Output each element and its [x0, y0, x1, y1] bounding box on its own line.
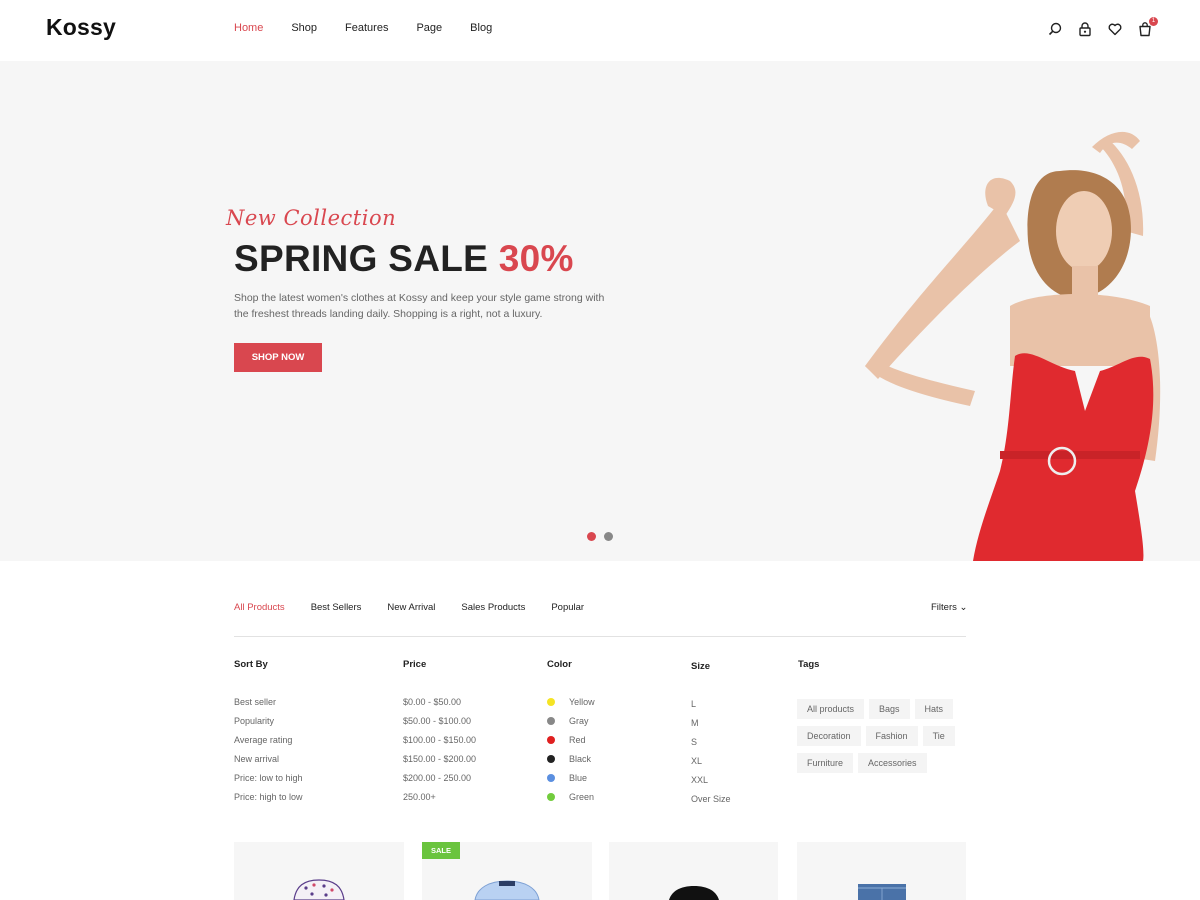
color-option[interactable]: Gray: [547, 716, 595, 735]
tab-all-products[interactable]: All Products: [234, 602, 285, 613]
hero-model-image: [865, 131, 1161, 561]
color-swatch: [547, 793, 555, 801]
color-heading: Color: [547, 659, 572, 670]
price-option[interactable]: $150.00 - $200.00: [403, 754, 476, 773]
color-swatch: [547, 698, 555, 706]
price-option[interactable]: $50.00 - $100.00: [403, 716, 476, 735]
sort-by-column: Sort By Best seller Popularity Average r…: [234, 659, 303, 811]
color-column: Color Yellow Gray Red Black Blue Green: [547, 659, 595, 811]
tag-item[interactable]: All products: [797, 699, 865, 719]
hero-title: SPRING SALE 30%: [234, 238, 574, 280]
logo[interactable]: Kossy: [46, 14, 116, 41]
sort-option[interactable]: New arrival: [234, 754, 303, 773]
search-icon[interactable]: [1047, 21, 1063, 37]
nav-home[interactable]: Home: [234, 22, 263, 34]
slider-dot-1[interactable]: [587, 532, 596, 541]
cart-count-badge: 1: [1149, 17, 1158, 26]
lock-icon[interactable]: [1077, 21, 1093, 37]
tag-cloud: All products Bags Hats Decoration Fashion Tie…: [797, 699, 972, 780]
size-option[interactable]: XL: [691, 756, 731, 775]
product-card[interactable]: [797, 842, 966, 900]
tag-item[interactable]: Decoration: [797, 726, 861, 746]
sort-by-heading: Sort By: [234, 659, 268, 670]
tab-best-sellers[interactable]: Best Sellers: [311, 602, 362, 613]
tags-heading: Tags: [798, 659, 820, 670]
filters-toggle[interactable]: Filters ⌄: [931, 602, 967, 613]
color-swatch: [547, 774, 555, 782]
color-label: Blue: [569, 773, 588, 783]
size-option[interactable]: Over Size: [691, 794, 731, 813]
heart-icon[interactable]: [1107, 21, 1123, 37]
sort-option[interactable]: Popularity: [234, 716, 303, 735]
site-header: Kossy Home Shop Features Page Blog 1: [0, 0, 1200, 61]
product-card[interactable]: SALE: [422, 842, 592, 900]
color-swatch: [547, 755, 555, 763]
nav-blog[interactable]: Blog: [470, 22, 492, 34]
tab-sales-products[interactable]: Sales Products: [461, 602, 525, 613]
hero-description: Shop the latest women's clothes at Kossy…: [234, 292, 605, 320]
product-card[interactable]: [234, 842, 404, 900]
sale-badge: SALE: [422, 842, 461, 859]
hero-title-main: SPRING SALE: [234, 238, 499, 279]
nav-page[interactable]: Page: [416, 22, 442, 34]
tags-column: Tags: [798, 659, 819, 697]
tab-new-arrival[interactable]: New Arrival: [387, 602, 435, 613]
shop-now-button[interactable]: SHOP NOW: [234, 343, 322, 372]
price-heading: Price: [403, 659, 427, 670]
sort-option[interactable]: Price: low to high: [234, 773, 303, 792]
color-option[interactable]: Blue: [547, 773, 595, 792]
slider-dot-2[interactable]: [604, 532, 613, 541]
sort-option[interactable]: Best seller: [234, 697, 303, 716]
slider-dots: [587, 532, 621, 541]
size-column: Size L M S XL XXL Over Size: [691, 661, 731, 813]
hero-banner: New Collection SPRING SALE 30% Shop the …: [0, 61, 1200, 561]
color-label: Black: [569, 754, 592, 764]
nav-features[interactable]: Features: [345, 22, 388, 34]
nav-shop[interactable]: Shop: [291, 22, 317, 34]
header-icons: 1: [1047, 17, 1167, 37]
price-option[interactable]: $100.00 - $150.00: [403, 735, 476, 754]
size-option[interactable]: M: [691, 718, 731, 737]
tag-item[interactable]: Fashion: [865, 726, 918, 746]
color-label: Yellow: [569, 697, 595, 707]
color-label: Green: [569, 792, 595, 802]
price-option[interactable]: $0.00 - $50.00: [403, 697, 476, 716]
color-swatch: [547, 717, 555, 725]
product-tabs: All Products Best Sellers New Arrival Sa…: [234, 602, 610, 613]
product-card[interactable]: [609, 842, 778, 900]
sort-option[interactable]: Price: high to low: [234, 792, 303, 811]
color-option[interactable]: Green: [547, 792, 595, 811]
color-swatch: [547, 736, 555, 744]
price-option[interactable]: 250.00+: [403, 792, 476, 811]
sort-option[interactable]: Average rating: [234, 735, 303, 754]
color-option[interactable]: Black: [547, 754, 595, 773]
product-image: [668, 886, 719, 900]
main-nav: Home Shop Features Page Blog: [234, 22, 520, 34]
cart-icon[interactable]: 1: [1137, 17, 1158, 37]
hero-title-accent: 30%: [498, 238, 574, 279]
size-option[interactable]: S: [691, 737, 731, 756]
price-column: Price $0.00 - $50.00 $50.00 - $100.00 $1…: [403, 659, 476, 811]
color-label: Gray: [569, 716, 589, 726]
tag-item[interactable]: Accessories: [858, 753, 927, 773]
product-image: [857, 884, 906, 900]
tabs-divider: [234, 636, 966, 637]
size-heading: Size: [691, 661, 711, 672]
hero-script-heading: New Collection: [226, 206, 397, 230]
tag-item[interactable]: Furniture: [797, 753, 854, 773]
color-option[interactable]: Yellow: [547, 697, 595, 716]
product-image: [474, 880, 540, 900]
tag-item[interactable]: Hats: [914, 699, 954, 719]
product-image: [293, 879, 345, 900]
tag-item[interactable]: Bags: [869, 699, 910, 719]
size-option[interactable]: L: [691, 699, 731, 718]
color-label: Red: [569, 735, 586, 745]
tab-popular[interactable]: Popular: [551, 602, 584, 613]
color-option[interactable]: Red: [547, 735, 595, 754]
price-option[interactable]: $200.00 - 250.00: [403, 773, 476, 792]
tag-item[interactable]: Tie: [922, 726, 955, 746]
size-option[interactable]: XXL: [691, 775, 731, 794]
